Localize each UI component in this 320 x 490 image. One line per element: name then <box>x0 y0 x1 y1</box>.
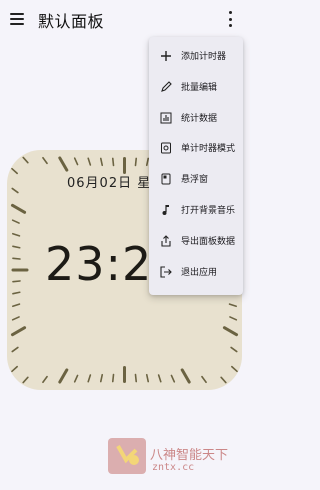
minute-tick <box>11 316 20 321</box>
pencil-icon <box>159 80 173 94</box>
hour-tick <box>10 326 27 337</box>
minute-tick <box>11 346 19 353</box>
logout-icon <box>159 265 173 279</box>
menu-item-label: 退出应用 <box>181 267 218 278</box>
minute-tick <box>170 374 176 383</box>
minute-tick <box>220 376 227 384</box>
menu-item-statistics[interactable]: 统计数据 <box>149 103 243 134</box>
minute-tick <box>145 373 150 383</box>
menu-item-single-timer-mode[interactable]: 单计时器模式 <box>149 133 243 164</box>
watermark-text: 八神智能天下 <box>150 448 229 463</box>
minute-tick <box>42 375 48 384</box>
menu-item-label: 统计数据 <box>181 113 218 124</box>
minute-tick <box>12 303 21 308</box>
minute-tick <box>134 157 138 167</box>
menu-item-batch-edit[interactable]: 批量编辑 <box>149 72 243 103</box>
menu-item-label: 添加计时器 <box>181 52 227 62</box>
overflow-menu: 添加计时器 批量编辑 统计数据 单计时器模式 悬浮窗 打开背景音乐 导出面板数据… <box>149 37 243 295</box>
minute-tick <box>12 280 21 283</box>
minute-tick <box>11 219 20 224</box>
floating-window-icon <box>159 172 173 186</box>
minute-tick <box>230 346 238 353</box>
menu-item-label: 悬浮窗 <box>181 175 209 186</box>
menu-item-add-timer[interactable]: 添加计时器 <box>149 41 243 72</box>
app-bar: 默认面板 <box>0 0 249 40</box>
hour-tick <box>58 368 69 384</box>
menu-item-export-data[interactable]: 导出面板数据 <box>149 226 243 257</box>
page-title: 默认面板 <box>38 12 105 31</box>
minute-tick <box>22 376 29 384</box>
hour-tick <box>180 368 191 384</box>
minute-tick <box>12 232 21 237</box>
minute-tick <box>42 156 48 165</box>
minute-tick <box>145 157 150 167</box>
hour-tick <box>58 156 69 172</box>
share-export-icon <box>159 234 173 248</box>
minute-tick <box>231 365 238 373</box>
minute-tick <box>99 157 104 167</box>
hour-tick <box>10 203 27 214</box>
minute-tick <box>134 373 138 383</box>
hour-tick <box>222 326 239 337</box>
minute-tick <box>73 157 79 166</box>
add-icon <box>159 49 173 63</box>
menu-item-exit-app[interactable]: 退出应用 <box>149 257 243 288</box>
minute-tick <box>22 156 29 164</box>
more-vert-icon[interactable] <box>226 11 234 27</box>
minute-tick <box>73 374 79 383</box>
minute-tick <box>87 374 92 383</box>
date-label: 06月02日 星 <box>67 176 152 191</box>
minute-tick <box>201 375 207 384</box>
minute-tick <box>87 157 92 166</box>
single-timer-icon <box>159 141 173 155</box>
minute-tick <box>229 316 238 321</box>
music-note-icon <box>159 203 173 217</box>
minute-tick <box>11 365 18 373</box>
minute-tick <box>12 245 21 249</box>
minute-tick <box>99 373 104 383</box>
bar-chart-icon <box>159 111 173 125</box>
minute-tick <box>111 157 115 167</box>
minute-tick <box>111 373 115 383</box>
watermark: 八神智能天下 zntx.cc <box>108 438 249 484</box>
menu-item-label: 批量编辑 <box>181 82 218 93</box>
watermark-logo-icon <box>108 438 146 474</box>
menu-item-label: 导出面板数据 <box>181 236 236 247</box>
minute-tick <box>12 291 21 295</box>
minute-tick <box>157 374 162 383</box>
minute-tick <box>228 303 237 308</box>
minute-tick <box>11 167 18 175</box>
menu-item-label: 打开背景音乐 <box>181 205 236 216</box>
minute-tick <box>11 187 19 194</box>
minute-tick <box>12 257 21 260</box>
hamburger-menu-icon[interactable] <box>9 12 25 26</box>
menu-item-floating-window[interactable]: 悬浮窗 <box>149 164 243 195</box>
menu-item-background-music[interactable]: 打开背景音乐 <box>149 195 243 226</box>
menu-item-label: 单计时器模式 <box>181 144 236 155</box>
watermark-url: zntx.cc <box>152 462 195 473</box>
